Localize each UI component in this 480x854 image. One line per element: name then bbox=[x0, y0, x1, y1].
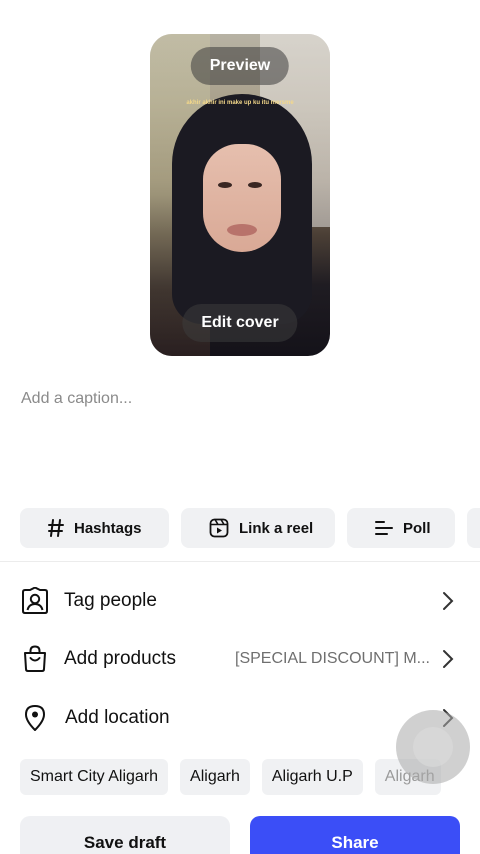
video-overlay-text: akhir akhir ini make up ku itu mersme bbox=[186, 100, 294, 106]
video-preview-card[interactable]: akhir akhir ini make up ku itu mersme Pr… bbox=[150, 34, 330, 356]
caption-tools-row: Hashtags Link a reel Poll bbox=[20, 508, 480, 548]
link-reel-chip[interactable]: Link a reel bbox=[181, 508, 335, 548]
tag-people-label: Tag people bbox=[64, 590, 157, 611]
video-subject-lips bbox=[227, 224, 257, 236]
share-button[interactable]: Share bbox=[250, 816, 460, 854]
tag-people-row[interactable]: Tag people bbox=[0, 576, 480, 626]
save-draft-button[interactable]: Save draft bbox=[20, 816, 230, 854]
add-products-label: Add products bbox=[64, 648, 176, 669]
add-products-row[interactable]: Add products [SPECIAL DISCOUNT] M... bbox=[0, 634, 480, 684]
divider bbox=[0, 561, 480, 562]
poll-label: Poll bbox=[403, 519, 431, 537]
touch-indicator bbox=[396, 710, 470, 784]
location-suggestion-chip[interactable]: Smart City Aligarh bbox=[20, 759, 169, 795]
more-chip[interactable] bbox=[467, 508, 480, 548]
preview-button[interactable]: Preview bbox=[190, 47, 290, 85]
link-reel-label: Link a reel bbox=[239, 519, 314, 537]
shopping-bag-icon bbox=[20, 644, 50, 674]
chevron-right-icon bbox=[442, 590, 458, 612]
add-products-value: [SPECIAL DISCOUNT] M... bbox=[235, 650, 430, 667]
add-location-label: Add location bbox=[65, 707, 170, 728]
reel-icon bbox=[209, 518, 229, 538]
tag-person-icon bbox=[20, 586, 50, 616]
touch-indicator-inner bbox=[413, 727, 453, 767]
edit-cover-button[interactable]: Edit cover bbox=[182, 304, 298, 342]
location-suggestions: Smart City Aligarh Aligarh Aligarh U.P A… bbox=[20, 759, 441, 795]
caption-input[interactable]: Add a caption... bbox=[21, 390, 132, 408]
hashtags-label: Hashtags bbox=[74, 519, 142, 537]
chevron-right-icon bbox=[442, 648, 458, 670]
video-subject-eye bbox=[248, 182, 262, 188]
hashtag-icon bbox=[48, 519, 64, 537]
video-subject-eye bbox=[218, 182, 232, 188]
hashtags-chip[interactable]: Hashtags bbox=[20, 508, 169, 548]
location-pin-icon bbox=[20, 703, 50, 733]
location-suggestion-chip[interactable]: Aligarh U.P bbox=[261, 759, 363, 795]
location-suggestion-chip[interactable]: Aligarh bbox=[180, 759, 250, 795]
poll-icon bbox=[375, 520, 393, 536]
poll-chip[interactable]: Poll bbox=[347, 508, 455, 548]
